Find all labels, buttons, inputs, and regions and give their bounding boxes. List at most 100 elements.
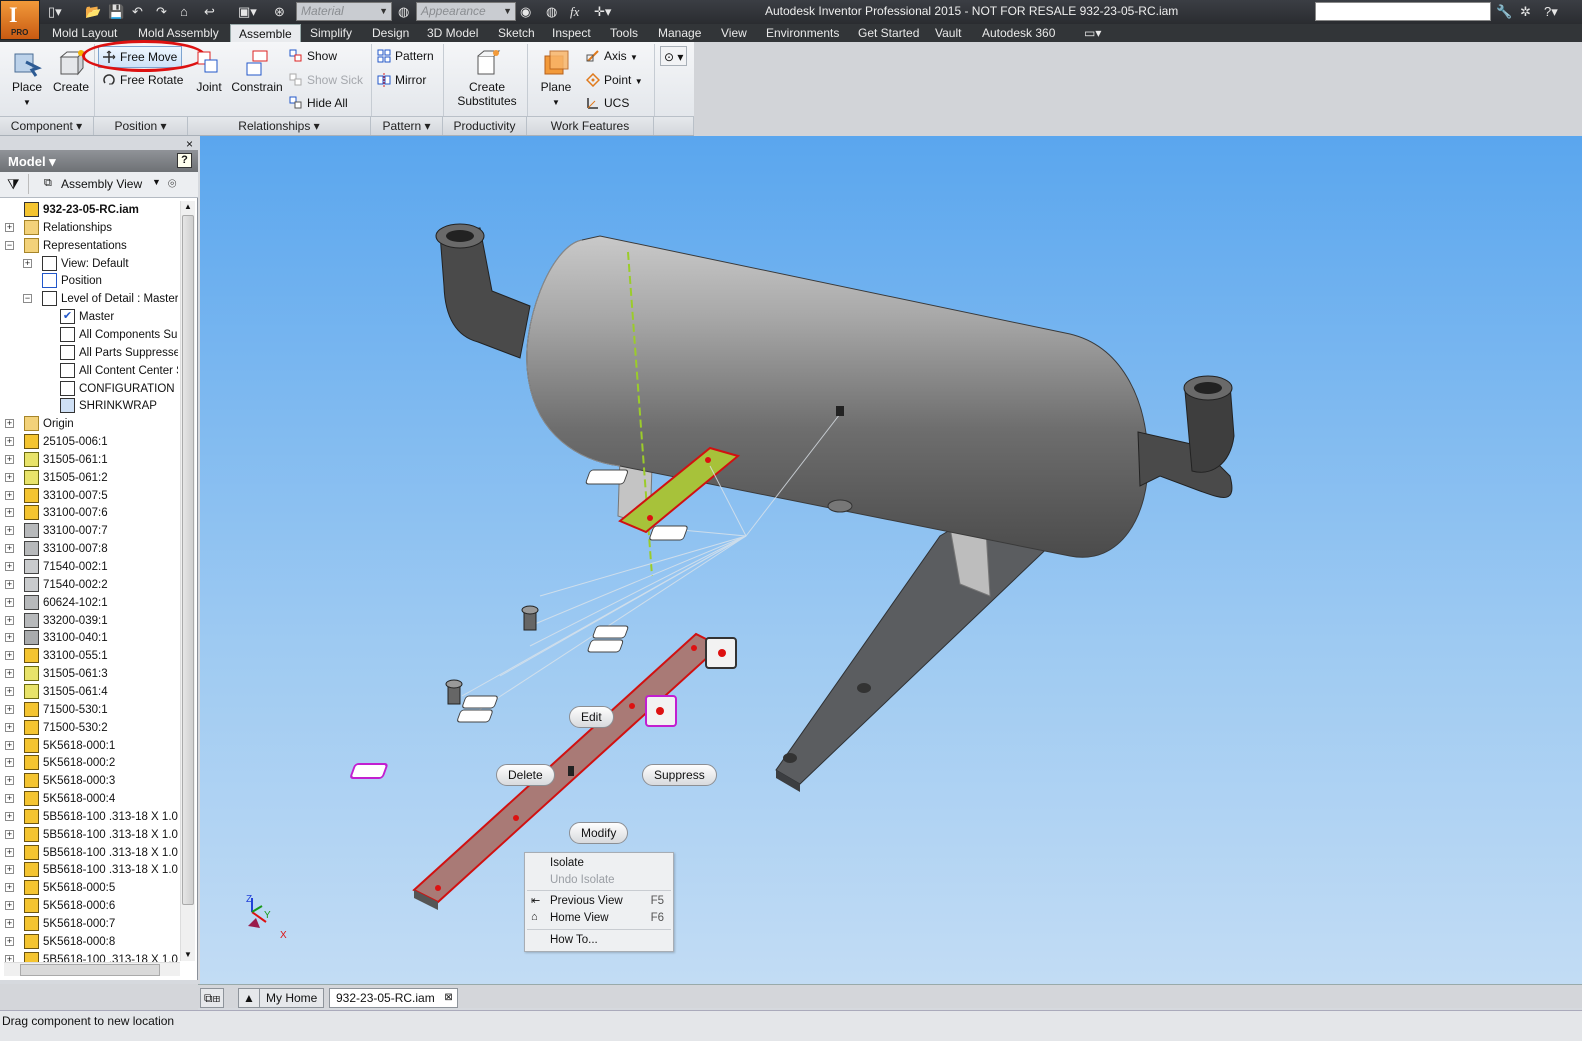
redo-icon[interactable]: ↷ [156, 3, 167, 21]
close-icon[interactable]: × [186, 137, 193, 151]
tree-node[interactable]: +5K5618-000:2 [4, 754, 178, 772]
tree-node[interactable]: +5B5618-100 .313-18 X 1.0 HH [4, 808, 178, 826]
app-menu-button[interactable]: I PRO [0, 0, 40, 40]
constrain-button[interactable]: Constrain [230, 48, 284, 94]
tree-node[interactable]: ✔ Master [4, 308, 178, 326]
bolt[interactable] [857, 683, 871, 693]
tab-mold-layout[interactable]: Mold Layout [52, 24, 117, 42]
tree-node[interactable]: +5B5618-100 .313-18 X 1.0 HH [4, 844, 178, 862]
vertical-scrollbar[interactable]: ▲ ▼ [180, 201, 195, 961]
help-icon[interactable]: ?▾ [1544, 3, 1558, 21]
expand-icon[interactable]: + [5, 865, 14, 875]
help-icon[interactable]: ? [177, 153, 192, 168]
close-tab-icon[interactable]: ⊠ [444, 989, 452, 1007]
tab-my-home[interactable]: My Home [259, 988, 325, 1008]
ucs-button[interactable]: UCS [586, 93, 629, 113]
return-icon[interactable]: ↩ [204, 3, 215, 21]
expand-icon[interactable]: + [5, 829, 14, 839]
binoculars-icon[interactable]: ⌾ [168, 175, 176, 192]
new-icon[interactable]: ▯▾ [48, 3, 62, 21]
create-substitutes-button[interactable]: Create Substitutes [452, 48, 522, 108]
tab-inspect[interactable]: Inspect [552, 24, 591, 42]
expand-icon[interactable]: + [5, 776, 14, 786]
home-icon[interactable]: ⌂ [180, 3, 188, 21]
panel-position[interactable]: Position ▾ [94, 116, 188, 135]
tree-node[interactable]: CONFIGURATION [4, 380, 178, 398]
expand-icon[interactable]: + [5, 472, 14, 482]
collapse-icon[interactable]: − [5, 240, 14, 250]
expand-icon[interactable]: + [5, 740, 14, 750]
expand-icon[interactable]: + [5, 454, 14, 464]
expand-icon[interactable]: + [5, 526, 14, 536]
tree-node[interactable]: +33100-055:1 [4, 647, 178, 665]
expand-icon[interactable]: + [23, 258, 32, 268]
tab-menu-icon[interactable]: ▲ [238, 988, 260, 1008]
place-button[interactable]: Place ▼ [8, 48, 46, 108]
tree-node[interactable]: All Content Center Suppressed [4, 362, 178, 380]
tree-node[interactable]: +71540-002:1 [4, 558, 178, 576]
scroll-thumb-horizontal[interactable] [20, 964, 160, 976]
horizontal-scrollbar[interactable] [4, 962, 180, 976]
ucs-glyph-selected[interactable] [645, 695, 677, 727]
tree-node[interactable]: +5K5618-000:1 [4, 737, 178, 755]
tree-node[interactable]: +5K5618-000:3 [4, 772, 178, 790]
expand-icon[interactable]: + [5, 633, 14, 643]
constraint-glyph[interactable] [585, 469, 629, 485]
constraint-glyph[interactable] [462, 695, 498, 709]
tree-node[interactable]: +25105-006:1 [4, 433, 178, 451]
tab-view[interactable]: View [721, 24, 747, 42]
bolt[interactable] [521, 605, 539, 631]
filter-icon[interactable]: ⧩ [7, 176, 20, 193]
tree-node[interactable]: +5K5618-000:8 [4, 933, 178, 951]
update-icon[interactable]: ⊛ [274, 3, 285, 21]
panel-work-features[interactable]: Work Features [527, 116, 654, 135]
tree-node[interactable]: 932-23-05-RC.iam [4, 201, 178, 219]
menu-item-undo-isolate[interactable]: Undo Isolate [550, 872, 670, 889]
tab-document[interactable]: 932-23-05-RC.iam ⊠ [329, 988, 458, 1008]
point-button[interactable]: Point ▼ [586, 70, 643, 90]
expand-icon[interactable]: + [5, 615, 14, 625]
selected-glyph[interactable] [350, 763, 388, 779]
wrench-icon[interactable]: 🔧 [1496, 3, 1512, 21]
panel-pattern[interactable]: Pattern ▾ [371, 116, 443, 135]
tree-node[interactable]: +33100-007:7 [4, 522, 178, 540]
tree-node[interactable]: +33200-039:1 [4, 612, 178, 630]
expand-icon[interactable]: + [5, 222, 14, 232]
material-dropdown[interactable]: Material ▼ [296, 2, 392, 21]
save-icon[interactable]: 💾 [108, 3, 124, 21]
tree-node[interactable]: SHRINKWRAP [4, 397, 178, 415]
expand-icon[interactable]: + [5, 847, 14, 857]
clear-appearance-icon[interactable]: ◍ [546, 3, 557, 21]
tree-node[interactable]: +71540-002:2 [4, 576, 178, 594]
menu-item-previous-view[interactable]: Previous View F5 [550, 893, 670, 910]
expand-icon[interactable]: + [5, 901, 14, 911]
constraint-glyph[interactable] [587, 639, 624, 653]
joint-button[interactable]: Joint [194, 48, 224, 94]
tree-node[interactable]: +5B5618-100 .313-18 X 1.0 HH [4, 861, 178, 879]
expand-icon[interactable]: + [5, 811, 14, 821]
tab-get-started[interactable]: Get Started [858, 24, 919, 42]
measure-icon[interactable]: ✛▾ [594, 3, 611, 21]
tree-node[interactable]: +71500-530:1 [4, 701, 178, 719]
menu-item-home-view[interactable]: Home View F6 [550, 910, 670, 927]
expand-icon[interactable]: + [5, 579, 14, 589]
tab-options-icon[interactable]: ▭▾ [1084, 24, 1101, 42]
expand-icon[interactable]: + [5, 669, 14, 679]
assembly-model[interactable] [200, 136, 1582, 984]
open-icon[interactable]: 📂 [85, 3, 101, 21]
modify-button[interactable]: Modify [569, 822, 629, 844]
tree-node[interactable]: − Level of Detail : Master [4, 290, 178, 308]
tree-node[interactable]: + Relationships [4, 219, 178, 237]
tree-node[interactable]: +60624-102:1 [4, 594, 178, 612]
tree-node[interactable]: +5K5618-000:7 [4, 915, 178, 933]
tab-design[interactable]: Design [372, 24, 409, 42]
assembly-view-dropdown[interactable]: Assembly View [61, 177, 142, 191]
free-rotate-button[interactable]: Free Rotate [102, 70, 183, 90]
tree-node[interactable]: +5K5618-000:6 [4, 897, 178, 915]
expand-icon[interactable]: + [5, 597, 14, 607]
expand-icon[interactable]: + [5, 883, 14, 893]
tab-simplify[interactable]: Simplify [310, 24, 352, 42]
tree-node[interactable]: +31505-061:2 [4, 469, 178, 487]
tab-tools[interactable]: Tools [610, 24, 638, 42]
expand-icon[interactable]: + [5, 936, 14, 946]
